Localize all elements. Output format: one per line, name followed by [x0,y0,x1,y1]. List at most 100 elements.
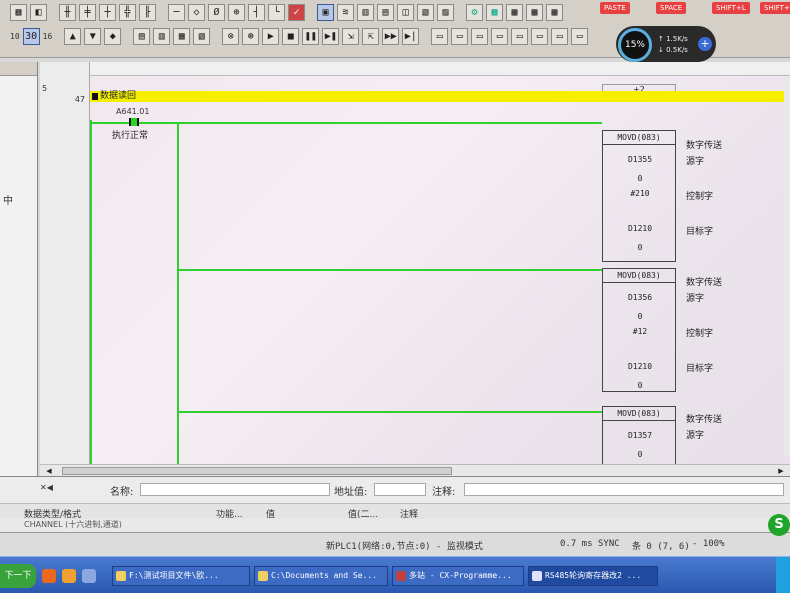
toolbar-icon[interactable]: ▥ [357,3,374,21]
shift-l-button[interactable]: SHIFT+L [712,2,750,14]
monitor-icon[interactable]: ▣ [317,3,334,21]
step-icon[interactable]: ▶❚ [322,27,340,45]
paste-button[interactable]: PASTE [600,2,630,14]
scan-time: 0.7 ms [560,539,593,549]
quicklaunch-icon[interactable] [42,569,56,583]
fast-forward-icon[interactable]: ▶▶ [382,27,400,45]
toolbar-icon[interactable]: ▤ [133,27,151,45]
stop-icon[interactable]: ■ [282,27,300,45]
toolbar-label: 16 [42,31,53,41]
taskbar-item[interactable]: C:\Documents and Se... [254,566,388,586]
toolbar-icon[interactable]: ▭ [471,27,489,45]
pause-icon[interactable]: ❚❚ [302,27,320,45]
scroll-left-icon[interactable]: ◀ [44,466,54,476]
instruction-name: MOVD(083) [603,131,675,145]
shift-button[interactable]: SHIFT+ [760,2,790,14]
zoom-level: - 100% [692,539,725,549]
toolbar-icon[interactable]: ▩ [526,3,543,21]
rung-comment: 数据读回 [100,91,137,101]
toolbar-icon[interactable]: ▼ [84,27,102,45]
toolbar-icon[interactable]: ▧ [193,27,211,45]
toolbar-icon[interactable]: ⚙ [466,3,483,21]
network-speed-widget[interactable]: 15% ↑ 1.5K/s ↓ 0.5K/s + [616,26,716,62]
name-field[interactable] [140,483,330,496]
watch-row[interactable]: CHANNEL (十六进制,通道) [0,519,790,533]
toolbar-icon[interactable]: ◇ [188,3,205,21]
contact-symbol[interactable] [129,118,139,126]
toolbar-icon[interactable]: ◆ [104,27,122,45]
toolbar-icon[interactable]: ╬ [119,3,136,21]
toolbar-label: 10 [10,31,20,41]
vertical-scrollbar[interactable] [784,76,790,456]
play-icon[interactable]: ▶ [262,27,280,45]
space-button[interactable]: SPACE [656,2,687,14]
comment-field[interactable] [464,483,784,496]
name-label: 名称: [110,487,134,498]
step-number: 47 [74,95,85,104]
taskbar-item[interactable]: F:\测试项目文件\欧... [112,566,250,586]
toolbar-icon[interactable]: ▭ [531,27,549,45]
quicklaunch-icon[interactable] [62,569,76,583]
block-label: 目标字 [686,364,714,374]
step-into-icon[interactable]: ⇲ [342,27,360,45]
toolbar-icon[interactable]: ✓ [288,3,305,21]
watch-header: 数据类型/格式 功能... 值 值(二... 注释 [0,503,790,520]
toolbar-icon[interactable]: ▩ [506,3,523,21]
toolbar-icon[interactable]: ▤ [377,3,394,21]
toolbar-icon[interactable]: └ [268,3,285,21]
toolbar-icon[interactable]: ▭ [571,27,589,45]
toolbar-icon[interactable]: ▭ [451,27,469,45]
scroll-thumb[interactable] [62,467,452,475]
toolbar-icon[interactable]: ─ [168,3,185,21]
plus-icon[interactable]: + [698,37,712,51]
ladder-editor[interactable]: 5 47 +2 数据读回 A641.01 执行正常 MOVD(083) D135… [40,62,790,472]
column-ruler [90,62,790,76]
toolbar-icon[interactable]: ▭ [551,27,569,45]
movd-block[interactable]: MOVD(083) D1357 0 [602,406,676,472]
toolbar-icon[interactable]: ▦ [173,27,191,45]
toolbar-icon[interactable]: ┤ [248,3,265,21]
step-out-icon[interactable]: ⇱ [362,27,380,45]
rung-comment-bar[interactable]: 数据读回 [90,91,790,102]
toolbar-icon[interactable]: ▦ [10,3,27,21]
toolbar-icon[interactable]: ▲ [64,27,82,45]
toolbar-icon[interactable]: ◧ [30,3,47,21]
taskbar-item[interactable]: 多站 - CX-Programme... [392,566,524,586]
watch-close-icon[interactable]: ✕◀ [40,483,53,492]
toolbar-icon[interactable]: ╪ [79,3,96,21]
movd-block[interactable]: MOVD(083) D1356 0 #12 D1210 0 [602,268,676,392]
toolbar-icon[interactable]: Ø [208,3,225,21]
toolbar-icon[interactable]: ◫ [397,3,414,21]
toolbar-icon[interactable]: ▦ [486,3,503,21]
toolbar-icon[interactable]: ⊗ [222,27,240,45]
toolbar-icon[interactable]: ┼ [99,3,116,21]
address-field[interactable] [374,483,426,496]
source-value: 0 [637,450,643,459]
toolbar-icon[interactable]: ▭ [491,27,509,45]
toolbar-icon[interactable]: ╟ [139,3,156,21]
scroll-right-icon[interactable]: ▶ [776,466,786,476]
toolbar-icon[interactable]: ⊛ [242,27,260,45]
toolbar-icon[interactable]: ▭ [511,27,529,45]
toolbar-icon[interactable]: ⊕ [228,3,245,21]
quicklaunch-icon[interactable] [82,569,96,583]
sogou-ime-icon[interactable]: S [768,514,790,536]
download-speed: ↓ 0.5K/s [658,46,688,54]
block-label: 源字 [686,157,705,167]
toolbar-icon[interactable]: ≋ [337,3,354,21]
horizontal-scrollbar[interactable]: ◀ ▶ [40,464,790,476]
toolbar-icon[interactable]: ▩ [546,3,563,21]
movd-block[interactable]: MOVD(083) D1355 0 #210 D1210 0 [602,130,676,262]
watch-input-row: ✕◀ 名称: 地址值: 注释: [40,483,790,498]
toolbar-icon[interactable]: ▥ [153,27,171,45]
system-tray[interactable] [776,557,790,593]
taskbar-item-active[interactable]: RS485轮询寄存器改2 ... [528,566,658,586]
toolbar-icon[interactable]: ╫ [59,3,76,21]
start-button[interactable]: 下一下 [0,564,36,588]
toolbar-icon[interactable]: ▨ [437,3,454,21]
step-end-icon[interactable]: ▶| [402,27,420,45]
power-rail [90,120,92,472]
toolbar-icon[interactable]: ▭ [431,27,449,45]
toolbar-icon[interactable]: ▧ [417,3,434,21]
toolbar-icon[interactable]: 30 [22,27,40,45]
